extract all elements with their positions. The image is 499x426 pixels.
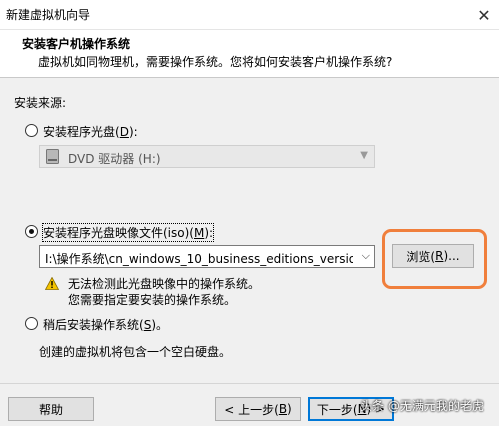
footer-divider bbox=[0, 383, 499, 384]
help-button[interactable]: 帮助 bbox=[8, 397, 94, 421]
radio-iso-image[interactable] bbox=[25, 225, 38, 238]
warning-instruction: 您需要指定要安装的操作系统。 bbox=[68, 293, 237, 307]
window-title: 新建虚拟机向导 bbox=[6, 8, 91, 22]
radio-install-later[interactable] bbox=[25, 317, 38, 330]
chevron-down-icon: ⌵ bbox=[361, 249, 370, 262]
disc-drive-icon bbox=[46, 149, 59, 164]
warning-icon bbox=[45, 277, 59, 290]
browse-button[interactable]: 浏览(R)... bbox=[392, 244, 474, 268]
radio-iso-image-label[interactable]: 安装程序光盘映像文件(iso)(M): bbox=[41, 223, 215, 242]
close-button[interactable]: ✕ bbox=[469, 0, 499, 30]
wizard-header: 安装客户机操作系统 虚拟机如同物理机，需要操作系统。您将如何安装客户机操作系统? bbox=[0, 30, 499, 78]
dvd-drive-value: DVD 驱动器 (H:) bbox=[68, 152, 161, 166]
close-icon: ✕ bbox=[477, 5, 491, 25]
dvd-drive-select[interactable]: DVD 驱动器 (H:) ▼ bbox=[39, 145, 375, 168]
iso-path-value: I:\操作系统\cn_windows_10_business_editions_… bbox=[45, 252, 353, 266]
install-later-description: 创建的虚拟机将包含一个空白硬盘。 bbox=[39, 345, 232, 359]
title-bar: 新建虚拟机向导 ✕ bbox=[0, 0, 499, 30]
watermark: 头条 @无满元我的老虎 bbox=[360, 399, 484, 413]
iso-path-combobox[interactable]: I:\操作系统\cn_windows_10_business_editions_… bbox=[39, 245, 375, 268]
install-source-label: 安装来源: bbox=[14, 96, 67, 110]
page-description: 虚拟机如同物理机，需要操作系统。您将如何安装客户机操作系统? bbox=[38, 55, 393, 69]
radio-installer-disc[interactable] bbox=[25, 124, 38, 137]
radio-install-later-label[interactable]: 稍后安装操作系统(S)。 bbox=[43, 316, 168, 333]
back-button[interactable]: < 上一步(B) bbox=[215, 397, 301, 421]
warning-message: 无法检测此光盘映像中的操作系统。 bbox=[68, 277, 261, 291]
page-title: 安装客户机操作系统 bbox=[22, 37, 131, 51]
radio-installer-disc-label[interactable]: 安装程序光盘(D): bbox=[43, 123, 138, 140]
chevron-down-icon: ▼ bbox=[360, 150, 368, 161]
